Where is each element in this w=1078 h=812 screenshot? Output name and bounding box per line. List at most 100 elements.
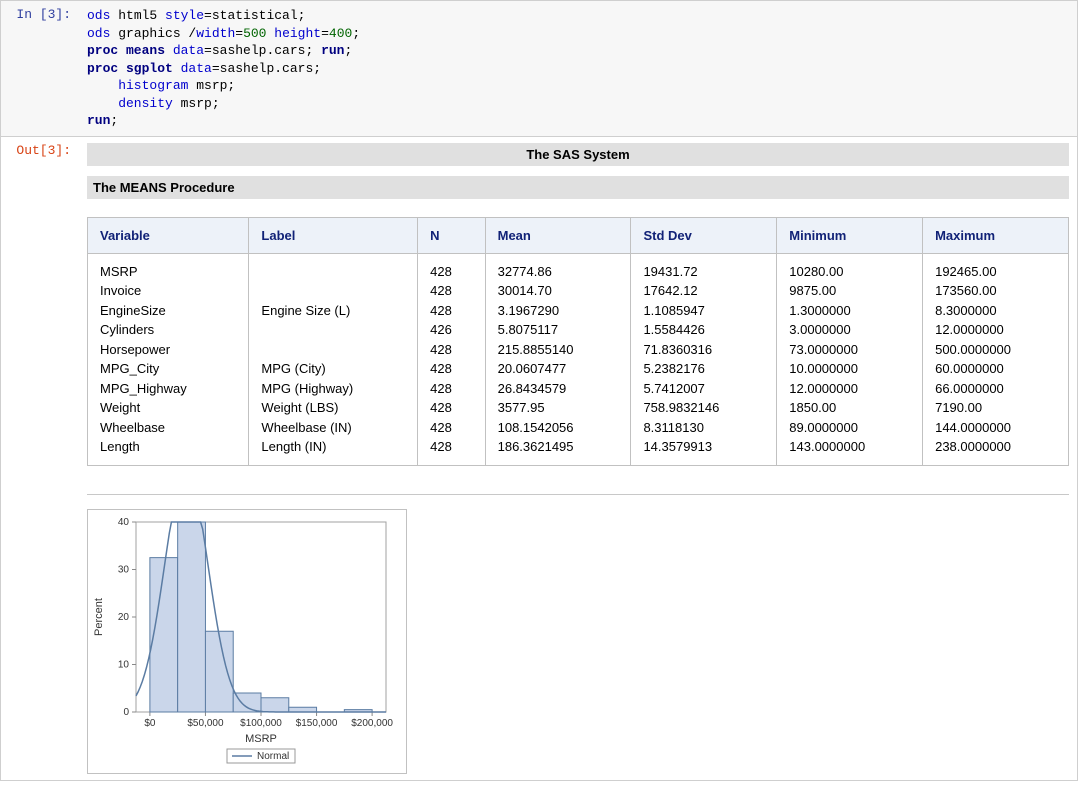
- cell-value: 3.1967290: [498, 301, 619, 321]
- cell-value: Engine Size (L): [261, 301, 405, 321]
- cell-value: 12.0000000: [935, 320, 1056, 340]
- cell-value: 60.0000000: [935, 359, 1056, 379]
- cell-value: 19431.72: [643, 262, 764, 282]
- x-tick-label: $100,000: [240, 718, 282, 729]
- x-tick-label: $200,000: [351, 718, 393, 729]
- cell-value: 1.3000000: [789, 301, 910, 321]
- cell-value: Invoice: [100, 281, 236, 301]
- cell-value: 5.2382176: [643, 359, 764, 379]
- table-col: 19431.7217642.121.10859471.558442671.836…: [631, 253, 777, 465]
- cell-value: 428: [430, 379, 472, 399]
- cell-value: Weight: [100, 398, 236, 418]
- cell-value: 215.8855140: [498, 340, 619, 360]
- col-header: Minimum: [777, 217, 923, 253]
- cell-value: EngineSize: [100, 301, 236, 321]
- cell-value: 8.3118130: [643, 418, 764, 438]
- table-col: 192465.00173560.008.300000012.0000000500…: [923, 253, 1069, 465]
- cell-value: 5.7412007: [643, 379, 764, 399]
- legend-label: Normal: [257, 751, 289, 762]
- output-cell: Out[3]: The SAS System The MEANS Procedu…: [0, 137, 1078, 781]
- cell-value: 66.0000000: [935, 379, 1056, 399]
- y-tick-label: 0: [123, 707, 129, 718]
- cell-value: 144.0000000: [935, 418, 1056, 438]
- proc-title: The MEANS Procedure: [87, 176, 1069, 199]
- table-col: Engine Size (L) MPG (City)MPG (Highway)W…: [249, 253, 418, 465]
- means-table: VariableLabelNMeanStd DevMinimumMaximum …: [87, 217, 1069, 466]
- cell-value: 428: [430, 359, 472, 379]
- cell-value: MSRP: [100, 262, 236, 282]
- cell-value: 173560.00: [935, 281, 1056, 301]
- cell-value: 1.1085947: [643, 301, 764, 321]
- col-header: Label: [249, 217, 418, 253]
- cell-value: 428: [430, 340, 472, 360]
- output-prompt: Out[3]:: [1, 137, 79, 780]
- cell-value: MPG (City): [261, 359, 405, 379]
- cell-value: 17642.12: [643, 281, 764, 301]
- cell-value: 71.8360316: [643, 340, 764, 360]
- y-axis-label: Percent: [93, 598, 105, 636]
- cell-value: 73.0000000: [789, 340, 910, 360]
- x-axis-label: MSRP: [245, 733, 277, 745]
- hist-bar: [205, 631, 233, 712]
- code-block: ods html5 style=statistical; ods graphic…: [87, 7, 1069, 130]
- cell-value: 758.9832146: [643, 398, 764, 418]
- table-col: 428428428426428428428428428428: [418, 253, 485, 465]
- cell-value: MPG (Highway): [261, 379, 405, 399]
- cell-value: 1.5584426: [643, 320, 764, 340]
- col-header: Mean: [485, 217, 631, 253]
- cell-value: 12.0000000: [789, 379, 910, 399]
- output-area: The SAS System The MEANS Procedure Varia…: [79, 137, 1077, 780]
- cell-value: 186.3621495: [498, 437, 619, 457]
- cell-value: 192465.00: [935, 262, 1056, 282]
- col-header: N: [418, 217, 485, 253]
- table-col: 32774.8630014.703.19672905.8075117215.88…: [485, 253, 631, 465]
- code-area[interactable]: ods html5 style=statistical; ods graphic…: [79, 1, 1077, 136]
- cell-value: Length: [100, 437, 236, 457]
- y-tick-label: 10: [118, 659, 130, 670]
- cell-value: Length (IN): [261, 437, 405, 457]
- hist-bar: [178, 522, 206, 712]
- histogram-chart: 010203040$0$50,000$100,000$150,000$200,0…: [87, 509, 407, 774]
- cell-value: Wheelbase (IN): [261, 418, 405, 438]
- cell-value: 14.3579913: [643, 437, 764, 457]
- cell-value: 428: [430, 437, 472, 457]
- cell-value: Horsepower: [100, 340, 236, 360]
- cell-value: 238.0000000: [935, 437, 1056, 457]
- cell-value: MPG_City: [100, 359, 236, 379]
- x-tick-label: $150,000: [296, 718, 338, 729]
- table-col: MSRPInvoiceEngineSizeCylindersHorsepower…: [88, 253, 249, 465]
- cell-value: 143.0000000: [789, 437, 910, 457]
- col-header: Std Dev: [631, 217, 777, 253]
- sas-system-title: The SAS System: [87, 143, 1069, 166]
- cell-value: 10280.00: [789, 262, 910, 282]
- cell-value: 3.0000000: [789, 320, 910, 340]
- col-header: Maximum: [923, 217, 1069, 253]
- cell-value: 108.1542056: [498, 418, 619, 438]
- hist-bar: [261, 698, 289, 712]
- cell-value: [261, 340, 405, 360]
- cell-value: 428: [430, 301, 472, 321]
- x-tick-label: $50,000: [187, 718, 224, 729]
- input-cell[interactable]: In [3]: ods html5 style=statistical; ods…: [0, 0, 1078, 137]
- cell-value: Wheelbase: [100, 418, 236, 438]
- cell-value: 428: [430, 418, 472, 438]
- cell-value: [261, 281, 405, 301]
- cell-value: Cylinders: [100, 320, 236, 340]
- cell-value: 20.0607477: [498, 359, 619, 379]
- separator: [87, 494, 1069, 495]
- y-tick-label: 20: [118, 612, 130, 623]
- cell-value: Weight (LBS): [261, 398, 405, 418]
- cell-value: 500.0000000: [935, 340, 1056, 360]
- col-header: Variable: [88, 217, 249, 253]
- cell-value: 32774.86: [498, 262, 619, 282]
- cell-value: 10.0000000: [789, 359, 910, 379]
- cell-value: 3577.95: [498, 398, 619, 418]
- cell-value: 30014.70: [498, 281, 619, 301]
- cell-value: 9875.00: [789, 281, 910, 301]
- cell-value: 428: [430, 262, 472, 282]
- cell-value: 426: [430, 320, 472, 340]
- table-col: 10280.009875.001.30000003.000000073.0000…: [777, 253, 923, 465]
- input-prompt: In [3]:: [1, 1, 79, 136]
- y-tick-label: 40: [118, 517, 130, 528]
- x-tick-label: $0: [144, 718, 156, 729]
